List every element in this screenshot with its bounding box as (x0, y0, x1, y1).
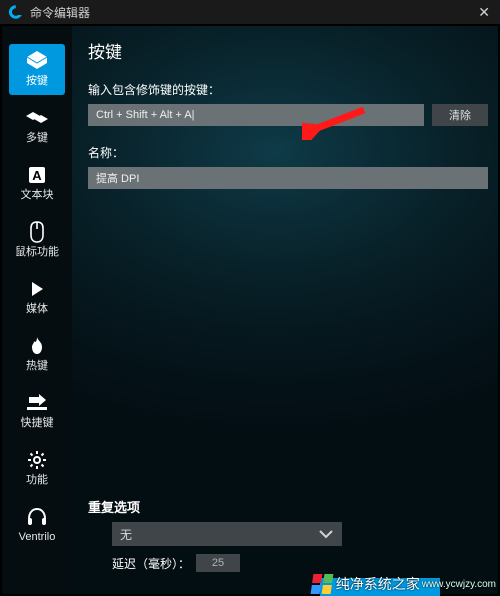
mouse-icon (25, 221, 49, 243)
sidebar-item-label: 多键 (26, 133, 48, 144)
sidebar-item-mouse[interactable]: 鼠标功能 (9, 215, 65, 266)
sidebar: 按键 多键 A 文本块 鼠标功能 媒体 (2, 26, 72, 594)
delay-label: 延迟（毫秒）： (112, 555, 190, 572)
sidebar-item-function[interactable]: 功能 (9, 443, 65, 494)
close-button[interactable]: ✕ (474, 4, 494, 21)
repeat-mode-value: 无 (120, 526, 132, 543)
logitech-logo (6, 3, 24, 21)
watermark-text: 纯净系统之家 (336, 574, 420, 594)
sidebar-item-shortcut[interactable]: 快捷键 (9, 386, 65, 437)
gear-icon (25, 449, 49, 471)
key-field-label: 输入包含修饰键的按键： (88, 81, 488, 98)
sidebar-item-label: 按键 (26, 76, 48, 87)
repeat-section: 重复选项 无 延迟（毫秒）： (88, 497, 488, 572)
sidebar-item-multikey[interactable]: 多键 (9, 101, 65, 152)
sidebar-item-label: Ventrilo (19, 532, 56, 543)
repeat-title: 重复选项 (88, 497, 488, 516)
sidebar-item-key[interactable]: 按键 (9, 44, 65, 95)
play-icon (25, 278, 49, 300)
svg-text:A: A (32, 168, 42, 183)
watermark-logo (310, 574, 333, 594)
shortcut-icon (25, 392, 49, 414)
watermark-url: www.ycwjzy.com (422, 579, 496, 590)
sidebar-item-ventrilo[interactable]: Ventrilo (9, 500, 65, 551)
headset-icon (25, 506, 49, 528)
page-title: 按键 (88, 38, 488, 63)
name-input[interactable] (88, 167, 488, 189)
key-input[interactable] (88, 104, 424, 126)
multikey-icon (25, 107, 49, 129)
content-pane: 按键 输入包含修饰键的按键： 清除 名称： 重复选项 无 (72, 26, 498, 594)
sidebar-item-label: 鼠标功能 (15, 247, 59, 258)
sidebar-item-hotkey[interactable]: 热键 (9, 329, 65, 380)
sidebar-item-label: 媒体 (26, 304, 48, 315)
sidebar-item-media[interactable]: 媒体 (9, 272, 65, 323)
repeat-mode-select[interactable]: 无 (112, 522, 342, 546)
clear-button[interactable]: 清除 (432, 104, 488, 126)
sidebar-item-label: 热键 (26, 361, 48, 372)
flame-icon (25, 335, 49, 357)
name-field-label: 名称： (88, 144, 488, 161)
sidebar-item-textblock[interactable]: A 文本块 (9, 158, 65, 209)
watermark: 纯净系统之家 www.ycwjzy.com (312, 574, 496, 594)
textblock-icon: A (25, 164, 49, 186)
sidebar-item-label: 文本块 (21, 190, 54, 201)
key-icon (25, 50, 49, 72)
window-title: 命令编辑器 (30, 4, 90, 21)
sidebar-item-label: 快捷键 (21, 418, 54, 429)
delay-input[interactable] (196, 554, 240, 572)
titlebar: 命令编辑器 ✕ (0, 0, 500, 24)
chevron-down-icon (318, 529, 334, 539)
sidebar-item-label: 功能 (26, 475, 48, 486)
